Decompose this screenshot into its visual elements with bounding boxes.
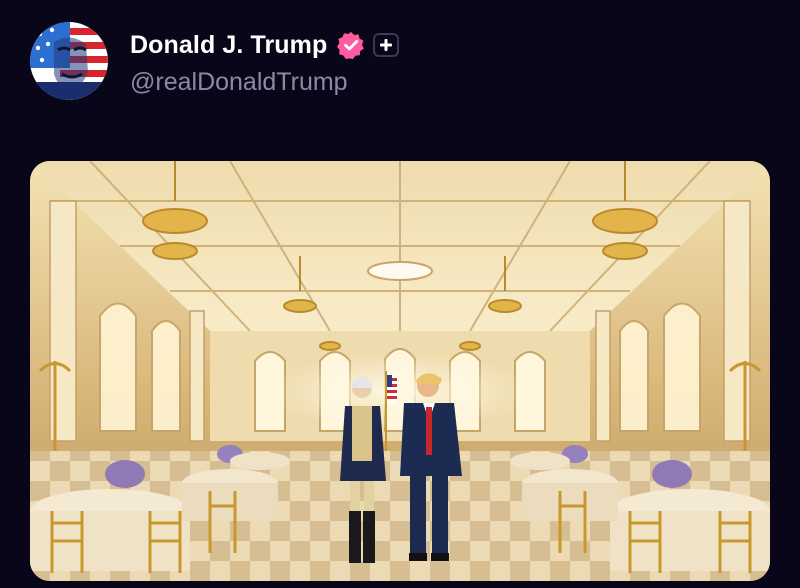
follow-button[interactable] [373,33,400,57]
post-header: Donald J. Trump @realDonaldTrump [30,22,400,100]
author-names: Donald J. Trump @realDonaldTrump [130,28,400,97]
avatar-image [30,22,108,100]
name-row: Donald J. Trump [130,28,400,62]
ballroom-painting [30,161,770,581]
plus-icon [380,39,393,51]
post-media-image[interactable] [30,161,770,581]
user-handle[interactable]: @realDonaldTrump [130,68,399,97]
truth-post: Donald J. Trump @realDonaldTrump [0,0,800,588]
display-name[interactable]: Donald J. Trump [130,31,327,60]
avatar[interactable] [30,22,108,100]
verified-badge-icon [337,31,365,59]
